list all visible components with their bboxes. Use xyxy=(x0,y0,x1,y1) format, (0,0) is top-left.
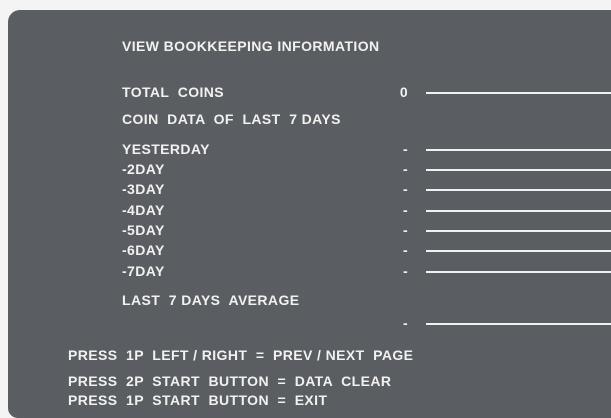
coin-data-heading: COIN DATA OF LAST 7 DAYS xyxy=(122,111,341,127)
average-label: LAST 7 DAYS AVERAGE xyxy=(122,292,300,308)
day-line-5day xyxy=(426,230,611,232)
day-line-6day xyxy=(426,250,611,252)
day-value-7day: - xyxy=(402,263,408,279)
total-coins-label: TOTAL COINS xyxy=(122,84,225,100)
day-value-2day: - xyxy=(402,161,408,177)
total-coins-line xyxy=(426,92,611,94)
day-label-7day: -7DAY xyxy=(122,263,165,279)
day-line-3day xyxy=(426,189,611,191)
day-label-4day: -4DAY xyxy=(122,202,165,218)
total-coins-value: 0 xyxy=(399,84,408,100)
day-value-5day: - xyxy=(402,222,408,238)
day-label-5day: -5DAY xyxy=(122,222,165,238)
day-value-yesterday: - xyxy=(402,141,408,157)
instruction-data-clear: PRESS 2P START BUTTON = DATA CLEAR xyxy=(68,373,392,389)
day-value-3day: - xyxy=(402,181,408,197)
instruction-page-nav: PRESS 1P LEFT / RIGHT = PREV / NEXT PAGE xyxy=(68,347,414,363)
bookkeeping-screen: VIEW BOOKKEEPING INFORMATION TOTAL COINS… xyxy=(8,10,611,418)
day-value-6day: - xyxy=(402,242,408,258)
average-line xyxy=(426,323,611,325)
day-label-3day: -3DAY xyxy=(122,181,165,197)
day-line-2day xyxy=(426,169,611,171)
day-value-4day: - xyxy=(402,202,408,218)
instruction-exit: PRESS 1P START BUTTON = EXIT xyxy=(68,392,328,408)
day-label-2day: -2DAY xyxy=(122,161,165,177)
day-line-4day xyxy=(426,210,611,212)
average-value: - xyxy=(402,315,408,331)
day-line-yesterday xyxy=(426,149,611,151)
day-label-yesterday: YESTERDAY xyxy=(122,141,210,157)
page-title: VIEW BOOKKEEPING INFORMATION xyxy=(122,38,380,54)
day-line-7day xyxy=(426,271,611,273)
day-label-6day: -6DAY xyxy=(122,242,165,258)
